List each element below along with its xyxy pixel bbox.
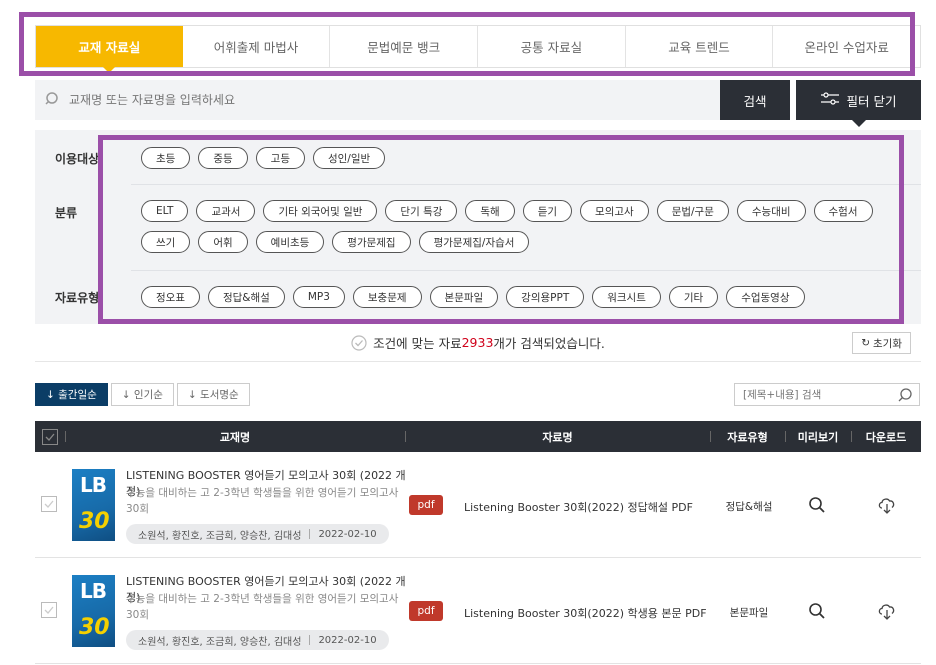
book-meta: 소원석, 황진호, 조금희, 양승찬, 김대성 2022-02-10 bbox=[126, 524, 389, 544]
table-header: 교재명 자료명 자료유형 미리보기 다운로드 bbox=[35, 421, 921, 452]
header-preview: 미리보기 bbox=[797, 430, 839, 444]
cover-logo: LB bbox=[80, 473, 107, 497]
reset-label: 초기화 bbox=[873, 337, 902, 350]
reset-button[interactable]: ↻ 초기화 bbox=[852, 332, 911, 354]
header-resource: 자료명 bbox=[542, 430, 573, 444]
sort-by-popularity[interactable]: ↓ 인기순 bbox=[110, 383, 174, 406]
book-authors: 소원석, 황진호, 조금희, 양승찬, 김대성 bbox=[138, 636, 302, 648]
filter-close-label: 필터 닫기 bbox=[846, 93, 897, 109]
table-row: LB 30 LISTENING BOOSTER 영어듣기 모의고사 30회 (2… bbox=[35, 452, 921, 558]
filter-sliders-icon bbox=[820, 91, 839, 109]
row-checkbox[interactable] bbox=[41, 602, 57, 618]
resource-name[interactable]: Listening Booster 30회(2022) 정답해설 PDF bbox=[464, 499, 693, 515]
filter-close-button[interactable]: 필터 닫기 bbox=[796, 80, 921, 127]
preview-search-icon[interactable] bbox=[807, 495, 827, 515]
refresh-icon: ↻ bbox=[861, 337, 871, 349]
book-cover[interactable]: LB 30 bbox=[72, 575, 115, 647]
book-meta: 소원석, 황진호, 조금희, 양승찬, 김대성 2022-02-10 bbox=[126, 630, 389, 650]
result-prefix: 조건에 맞는 자료 bbox=[373, 336, 462, 351]
preview-search-icon[interactable] bbox=[807, 601, 827, 621]
sort-by-title[interactable]: ↓ 도서명순 bbox=[176, 383, 250, 406]
result-suffix: 개가 검색되었습니다. bbox=[493, 336, 605, 351]
resource-type: 본문파일 bbox=[729, 607, 769, 619]
cover-logo: LB bbox=[80, 579, 107, 603]
book-cover[interactable]: LB 30 bbox=[72, 469, 115, 541]
table-row: LB 30 LISTENING BOOSTER 영어듣기 모의고사 30회 (2… bbox=[35, 558, 921, 664]
sort-options: ↓ 출간일순 ↓ 인기순 ↓ 도서명순 bbox=[35, 383, 250, 406]
book-description: 수능을 대비하는 고 2-3학년 학생들을 위한 영어듣기 모의고사 30회 bbox=[126, 593, 399, 621]
row-checkbox[interactable] bbox=[41, 496, 57, 512]
list-search-input[interactable] bbox=[743, 388, 893, 401]
search-icon bbox=[45, 91, 61, 110]
select-all-checkbox[interactable] bbox=[42, 428, 58, 445]
header-book: 교재명 bbox=[219, 430, 251, 444]
tabs-highlight-outline bbox=[19, 12, 915, 76]
search-icon[interactable] bbox=[897, 387, 913, 406]
result-summary: 조건에 맞는 자료 2933 개가 검색되었습니다. ↻ 초기화 bbox=[35, 324, 921, 362]
search-row: 검색 필터 닫기 bbox=[35, 80, 921, 127]
list-search bbox=[734, 383, 920, 406]
pdf-badge: pdf bbox=[409, 495, 443, 515]
book-authors: 소원석, 황진호, 조금희, 양승찬, 김대성 bbox=[138, 530, 302, 542]
sort-by-date[interactable]: ↓ 출간일순 bbox=[35, 383, 108, 406]
filter-highlight-outline bbox=[98, 135, 904, 324]
resource-type: 정답&해설 bbox=[725, 501, 773, 513]
book-description: 수능을 대비하는 고 2-3학년 학생들을 위한 영어듣기 모의고사 30회 bbox=[126, 487, 399, 515]
book-date: 2022-02-10 bbox=[318, 634, 377, 646]
meta-divider bbox=[309, 529, 311, 539]
result-count: 2933 bbox=[461, 335, 494, 350]
cover-number: 30 bbox=[79, 509, 110, 534]
download-cloud-icon[interactable] bbox=[877, 495, 897, 515]
select-all-cell bbox=[41, 421, 59, 452]
resource-name[interactable]: Listening Booster 30회(2022) 학생용 본문 PDF bbox=[464, 605, 707, 621]
check-circle-icon bbox=[351, 334, 367, 351]
search-box bbox=[35, 80, 720, 120]
cover-number: 30 bbox=[79, 615, 110, 640]
book-date: 2022-02-10 bbox=[318, 528, 377, 540]
header-type: 자료유형 bbox=[727, 430, 768, 444]
search-button[interactable]: 검색 bbox=[720, 80, 790, 120]
header-download: 다운로드 bbox=[865, 430, 907, 444]
meta-divider bbox=[309, 635, 311, 645]
download-cloud-icon[interactable] bbox=[877, 601, 897, 621]
search-input[interactable] bbox=[69, 93, 669, 107]
pdf-badge: pdf bbox=[409, 601, 443, 621]
